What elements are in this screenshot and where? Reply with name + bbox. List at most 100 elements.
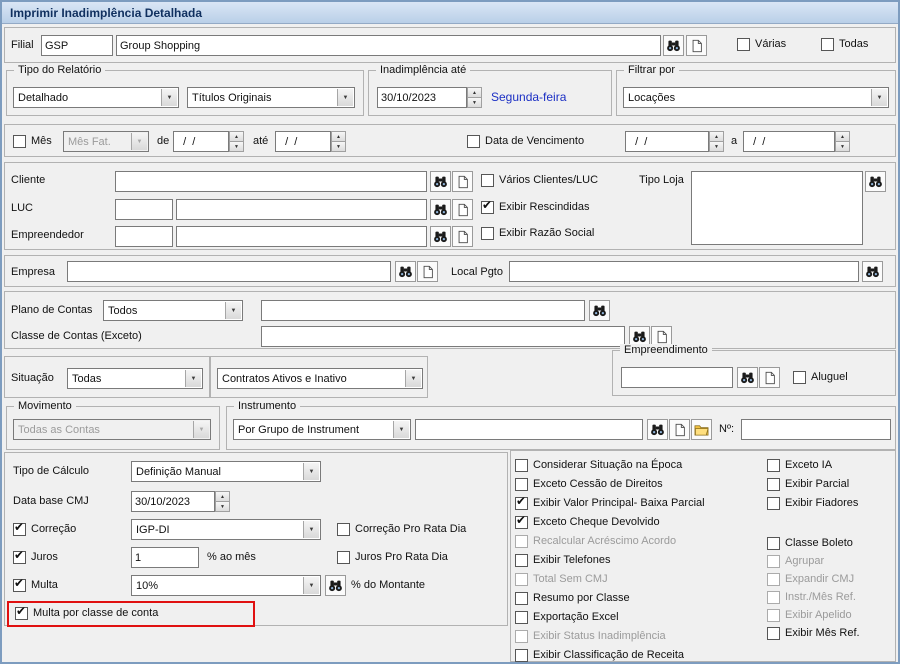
instrumento-select[interactable]: Por Grupo de Instrument ▼ [233, 419, 411, 440]
plano-contas-search-button[interactable] [589, 300, 610, 321]
window-titlebar[interactable]: Imprimir Inadimplência Detalhada [2, 2, 898, 24]
spinner-up-icon[interactable]: ▲ [709, 131, 724, 142]
vencimento-de-spinner[interactable]: ▲ ▼ [709, 131, 724, 152]
mes-ate-input[interactable] [275, 131, 331, 152]
dropdown-arrow-icon[interactable]: ▼ [161, 89, 177, 106]
vencimento-a-spinner[interactable]: ▲ ▼ [835, 131, 850, 152]
instrumento-input[interactable] [415, 419, 643, 440]
filtrar-por-select[interactable]: Locações ▼ [623, 87, 889, 108]
option-checkbox[interactable]: Classe Boleto [767, 537, 853, 550]
empresa-new-button[interactable] [417, 261, 438, 282]
spinner-up-icon[interactable]: ▲ [229, 131, 244, 142]
option-checkbox[interactable]: Exibir Parcial [767, 478, 849, 491]
correcao-select[interactable]: IGP-DI ▼ [131, 519, 321, 540]
option-checkbox[interactable]: Exportação Excel [515, 611, 619, 624]
local-pgto-input[interactable] [509, 261, 859, 282]
option-checkbox[interactable]: Exibir Valor Principal- Baixa Parcial [515, 495, 705, 510]
spinner-up-icon[interactable]: ▲ [835, 131, 850, 142]
numero-input[interactable] [741, 419, 891, 440]
correcao-prorata-checkbox[interactable]: Correção Pro Rata Dia [337, 523, 466, 536]
multa-select[interactable]: 10% ▼ [131, 575, 321, 596]
exibir-razao-social-checkbox[interactable]: Exibir Razão Social [481, 227, 594, 240]
plano-contas-select[interactable]: Todos ▼ [103, 300, 243, 321]
tipo-loja-search-button[interactable] [865, 171, 886, 192]
option-checkbox[interactable]: Resumo por Classe [515, 592, 630, 605]
option-checkbox[interactable]: Exceto IA [767, 459, 832, 472]
cliente-input[interactable] [115, 171, 427, 192]
juros-prorata-checkbox[interactable]: Juros Pro Rata Dia [337, 551, 448, 564]
spinner-down-icon[interactable]: ▼ [709, 142, 724, 152]
situacao-select[interactable]: Todas ▼ [67, 368, 203, 389]
spinner-down-icon[interactable]: ▼ [331, 142, 346, 152]
filial-search-button[interactable] [663, 35, 684, 56]
luc-name-input[interactable] [176, 199, 427, 220]
option-checkbox[interactable]: Exibir Classificação de Receita [515, 649, 684, 662]
multa-classe-checkbox[interactable]: Multa por classe de conta [15, 605, 158, 620]
multa-checkbox[interactable]: Multa [13, 577, 58, 592]
empreendedor-name-input[interactable] [176, 226, 427, 247]
dropdown-arrow-icon[interactable]: ▼ [303, 521, 319, 538]
filial-code-input[interactable] [41, 35, 113, 56]
dropdown-arrow-icon[interactable]: ▼ [871, 89, 887, 106]
empreendimento-search-button[interactable] [737, 367, 758, 388]
vencimento-de-input[interactable] [625, 131, 709, 152]
correcao-checkbox[interactable]: Correção [13, 521, 76, 536]
empreendedor-code-input[interactable] [115, 226, 173, 247]
empreendedor-new-button[interactable] [452, 226, 473, 247]
instrumento-folder-button[interactable] [691, 419, 712, 440]
option-checkbox[interactable]: Exceto Cheque Devolvido [515, 514, 660, 529]
spinner-up-icon[interactable]: ▲ [331, 131, 346, 142]
tipo-calculo-select[interactable]: Definição Manual ▼ [131, 461, 321, 482]
instrumento-new-button[interactable] [669, 419, 690, 440]
todas-checkbox[interactable]: Todas [821, 38, 868, 51]
spinner-down-icon[interactable]: ▼ [229, 142, 244, 152]
option-checkbox[interactable]: Exibir Mês Ref. [767, 627, 860, 640]
data-base-input[interactable] [131, 491, 215, 512]
mes-de-input[interactable] [173, 131, 229, 152]
instrumento-search-button[interactable] [647, 419, 668, 440]
spinner-down-icon[interactable]: ▼ [215, 502, 230, 512]
inadimplencia-date-spinner[interactable]: ▲ ▼ [467, 87, 482, 108]
spinner-down-icon[interactable]: ▼ [835, 142, 850, 152]
dropdown-arrow-icon[interactable]: ▼ [405, 370, 421, 387]
filial-name-input[interactable] [116, 35, 661, 56]
option-checkbox[interactable]: Exibir Fiadores [767, 497, 858, 510]
cliente-search-button[interactable] [430, 171, 451, 192]
mes-ate-spinner[interactable]: ▲ ▼ [331, 131, 346, 152]
juros-checkbox[interactable]: Juros [13, 549, 58, 564]
option-checkbox[interactable]: Exibir Telefones [515, 554, 610, 567]
data-vencimento-checkbox[interactable]: Data de Vencimento [467, 135, 584, 148]
filial-new-button[interactable] [686, 35, 707, 56]
empresa-search-button[interactable] [395, 261, 416, 282]
dropdown-arrow-icon[interactable]: ▼ [303, 463, 319, 480]
plano-contas-input[interactable] [261, 300, 585, 321]
spinner-up-icon[interactable]: ▲ [215, 491, 230, 502]
multa-search-button[interactable] [325, 575, 346, 596]
empreendimento-new-button[interactable] [759, 367, 780, 388]
luc-search-button[interactable] [430, 199, 451, 220]
exibir-rescindidas-checkbox[interactable]: Exibir Rescindidas [481, 199, 589, 214]
dropdown-arrow-icon[interactable]: ▼ [225, 302, 241, 319]
dropdown-arrow-icon[interactable]: ▼ [185, 370, 201, 387]
contratos-select[interactable]: Contratos Ativos e Inativo ▼ [217, 368, 423, 389]
dropdown-arrow-icon[interactable]: ▼ [337, 89, 353, 106]
dropdown-arrow-icon[interactable]: ▼ [303, 577, 319, 594]
empresa-input[interactable] [67, 261, 391, 282]
cliente-new-button[interactable] [452, 171, 473, 192]
formato-select[interactable]: Detalhado ▼ [13, 87, 179, 108]
mes-de-spinner[interactable]: ▲ ▼ [229, 131, 244, 152]
option-checkbox[interactable]: Exceto Cessão de Direitos [515, 478, 663, 491]
empreendedor-search-button[interactable] [430, 226, 451, 247]
aluguel-checkbox[interactable]: Aluguel [793, 371, 848, 384]
option-checkbox[interactable]: Considerar Situação na Época [515, 459, 682, 472]
tipo-loja-listbox[interactable] [691, 171, 863, 245]
vencimento-a-input[interactable] [743, 131, 835, 152]
local-pgto-search-button[interactable] [862, 261, 883, 282]
luc-new-button[interactable] [452, 199, 473, 220]
varias-checkbox[interactable]: Várias [737, 38, 786, 51]
titulos-select[interactable]: Títulos Originais ▼ [187, 87, 355, 108]
varios-clientes-checkbox[interactable]: Vários Clientes/LUC [481, 174, 598, 187]
data-base-spinner[interactable]: ▲ ▼ [215, 491, 230, 512]
empreendimento-input[interactable] [621, 367, 733, 388]
dropdown-arrow-icon[interactable]: ▼ [393, 421, 409, 438]
